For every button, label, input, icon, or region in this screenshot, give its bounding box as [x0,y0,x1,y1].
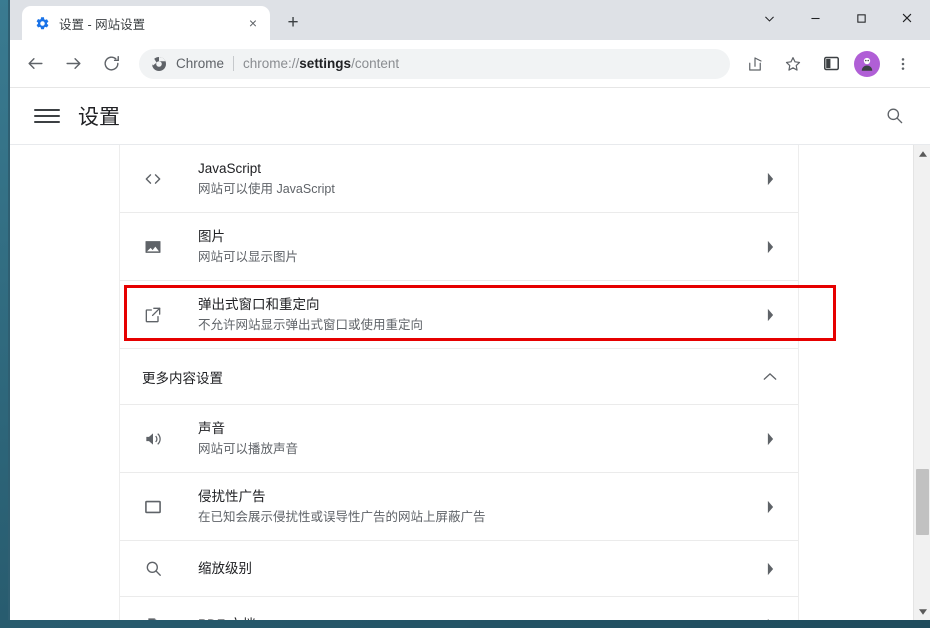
chevron-up-icon[interactable] [760,372,780,381]
settings-row-popups-and-redirects[interactable]: 弹出式窗口和重定向 不允许网站显示弹出式窗口或使用重定向 [120,281,798,349]
sound-icon [142,428,164,450]
close-icon[interactable]: × [244,14,262,32]
browser-tab-settings[interactable]: 设置 - 网站设置 × [22,6,270,40]
omnibox-scheme-label: Chrome [176,56,225,71]
settings-row-subtitle: 不允许网站显示弹出式窗口或使用重定向 [198,317,424,332]
chrome-logo-icon [151,56,167,72]
window-controls [746,0,930,36]
settings-row-images[interactable]: 图片 网站可以显示图片 [120,213,798,281]
address-bar[interactable]: Chrome chrome://settings/content [139,48,730,79]
content-settings-card: JavaScript 网站可以使用 JavaScript 图片 网站可以显示图片… [119,145,799,620]
settings-header-bar: 设置 [10,88,930,144]
side-panel-icon[interactable] [815,48,847,80]
popup-icon [142,304,164,326]
settings-page-body: JavaScript 网站可以使用 JavaScript 图片 网站可以显示图片… [10,144,930,620]
settings-row-subtitle: 网站可以使用 JavaScript [198,181,335,196]
settings-row-title: 侵扰性广告 [198,488,266,504]
settings-row-title: 缩放级别 [198,560,252,576]
omnibox-divider [233,56,235,71]
settings-row-intrusive-ads[interactable]: 侵扰性广告 在已知会展示侵扰性或误导性广告的网站上屏蔽广告 [120,473,798,541]
settings-row-title: JavaScript [198,160,262,176]
image-icon [142,236,164,258]
settings-row-text: 图片 网站可以显示图片 [198,227,760,267]
settings-row-subtitle: 在已知会展示侵扰性或误导性广告的网站上屏蔽广告 [198,509,486,524]
scrollbar-thumb[interactable] [916,469,929,535]
tab-strip: 设置 - 网站设置 × + [10,0,930,40]
search-icon[interactable] [878,100,910,132]
settings-row-title: 弹出式窗口和重定向 [198,296,320,312]
forward-icon[interactable] [57,48,89,80]
scroll-up-arrow-icon[interactable] [914,145,930,162]
profile-avatar[interactable] [854,50,880,77]
close-window-icon[interactable] [884,0,930,36]
settings-row-text: 缩放级别 [198,559,760,579]
code-icon [142,168,164,190]
chevron-right-icon[interactable] [760,240,780,254]
reload-icon[interactable] [95,48,127,80]
share-icon[interactable] [739,48,771,80]
settings-row-subtitle: 网站可以显示图片 [198,249,299,264]
settings-row-text: 侵扰性广告 在已知会展示侵扰性或误导性广告的网站上屏蔽广告 [198,487,760,527]
settings-row-text: JavaScript 网站可以使用 JavaScript [198,159,760,199]
ads-icon [142,496,164,518]
chevron-right-icon[interactable] [760,618,780,620]
chevron-right-icon[interactable] [760,562,780,576]
settings-row-text: PDF 文档 [198,615,760,620]
settings-row-title: PDF 文档 [198,615,760,620]
url-prefix: chrome:// [243,56,300,71]
back-icon[interactable] [19,48,51,80]
chrome-menu-icon[interactable] [887,48,919,80]
settings-row-subtitle: 网站可以播放声音 [198,441,299,456]
section-header-label: 更多内容设置 [142,370,223,386]
settings-row-pdf-documents[interactable]: PDF PDF 文档 [120,597,798,620]
hamburger-menu-icon[interactable] [34,103,60,129]
vertical-scrollbar[interactable] [913,145,930,620]
settings-row-title: 图片 [198,228,225,244]
chevron-right-icon[interactable] [760,172,780,186]
settings-row-zoom-levels[interactable]: 缩放级别 [120,541,798,597]
pdf-icon: PDF [142,614,164,620]
settings-row-text: 声音 网站可以播放声音 [198,419,760,459]
tab-title: 设置 - 网站设置 [59,17,146,32]
settings-gear-icon [34,15,50,31]
new-tab-button[interactable]: + [279,9,307,37]
zoom-icon [142,558,164,580]
chevron-right-icon[interactable] [760,308,780,322]
chrome-browser-window: 设置 - 网站设置 × + Chrome chrome://settings/c… [8,0,930,620]
omnibox-url: chrome://settings/content [243,56,399,71]
browser-toolbar: Chrome chrome://settings/content [10,40,930,88]
url-suffix: /content [351,56,400,71]
scroll-down-arrow-icon[interactable] [914,603,930,620]
minimize-icon[interactable] [792,0,838,36]
settings-row-title: 声音 [198,420,225,436]
url-bold: settings [299,56,352,71]
settings-row-javascript[interactable]: JavaScript 网站可以使用 JavaScript [120,145,798,213]
section-header-more-content-settings[interactable]: 更多内容设置 [120,349,798,405]
chevron-down-icon[interactable] [746,0,792,36]
scroll-viewport: JavaScript 网站可以使用 JavaScript 图片 网站可以显示图片… [10,145,913,620]
maximize-icon[interactable] [838,0,884,36]
desktop-background: 设置 - 网站设置 × + Chrome chrome://settings/c… [0,0,930,628]
settings-row-sound[interactable]: 声音 网站可以播放声音 [120,405,798,473]
page-title: 设置 [78,105,120,129]
chevron-right-icon[interactable] [760,432,780,446]
bookmark-star-icon[interactable] [777,48,809,80]
settings-row-text: 弹出式窗口和重定向 不允许网站显示弹出式窗口或使用重定向 [198,295,760,335]
chevron-right-icon[interactable] [760,500,780,514]
